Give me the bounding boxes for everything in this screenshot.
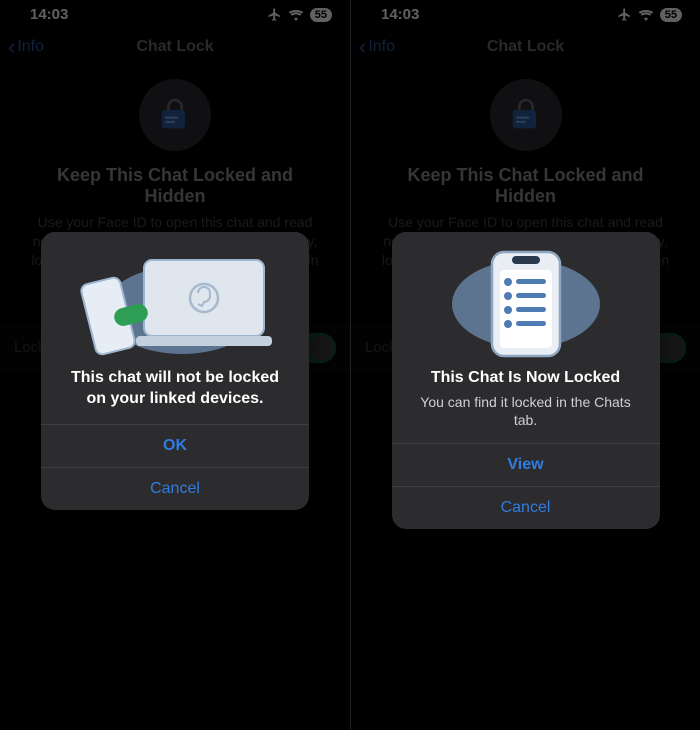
dialog-cancel-button[interactable]: Cancel [41, 467, 309, 510]
screenshot-left: 14:03 55 ‹ Info Chat Lock Keep Thi [0, 0, 350, 730]
alert-dialog-linked-devices: This chat will not be locked on your lin… [41, 232, 309, 510]
alert-dialog-now-locked: This Chat Is Now Locked You can find it … [392, 232, 660, 529]
dialog-illustration [392, 232, 660, 362]
dialog-desc: You can find it locked in the Chats tab. [410, 393, 642, 429]
screenshot-right: 14:03 55 ‹ Info Chat Lock Keep Thi [350, 0, 700, 730]
dialog-title: This Chat Is Now Locked [410, 368, 642, 389]
dialog-view-button[interactable]: View [392, 443, 660, 486]
dialog-title: This chat will not be locked on your lin… [59, 368, 291, 410]
dialog-illustration [41, 232, 309, 362]
dialog-cancel-button[interactable]: Cancel [392, 486, 660, 529]
dialog-ok-button[interactable]: OK [41, 424, 309, 467]
